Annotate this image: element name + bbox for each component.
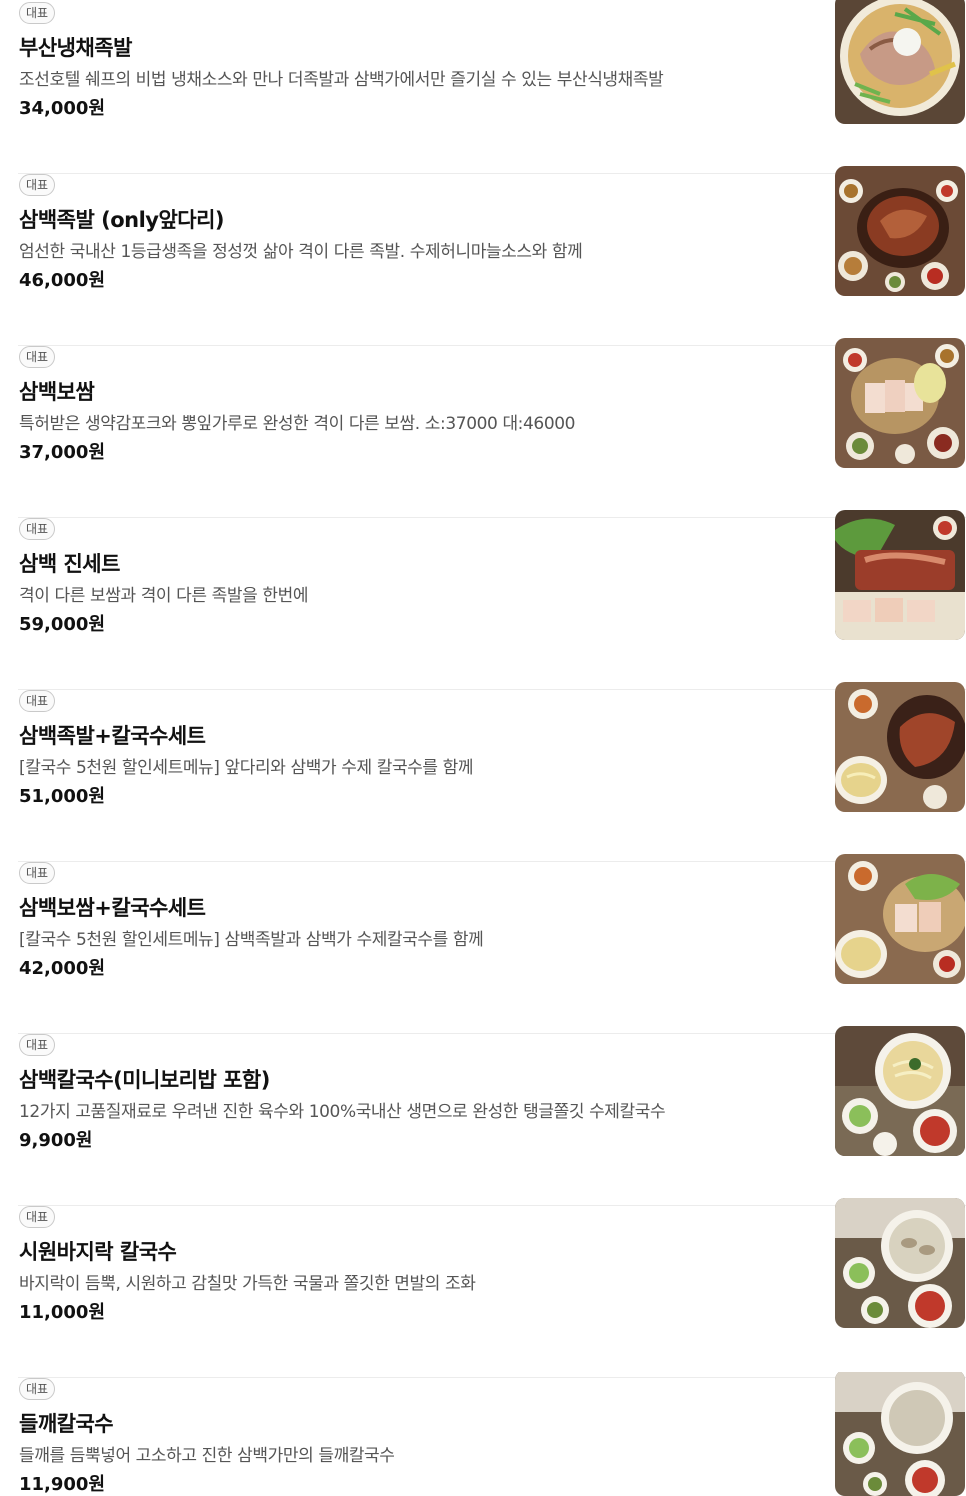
menu-item-name: 부산냉채족발 (19, 36, 132, 60)
menu-item[interactable]: 대표 삼백족발 (only앞다리) 엄선한 국내산 1등급생족을 정성껏 삶아 … (0, 166, 966, 346)
menu-item-price: 9,900원 (19, 1130, 93, 1151)
menu-item-description: [칼국수 5천원 할인세트메뉴] 삼백족발과 삼백가 수제칼국수를 함께 (19, 930, 484, 950)
menu-item-price: 34,000원 (19, 98, 106, 119)
representative-badge: 대표 (19, 174, 56, 196)
menu-item-description: 조선호텔 쉐프의 비법 냉채소스와 만나 더족발과 삼백가에서만 즐기실 수 있… (19, 70, 664, 90)
jin-set-photo[interactable] (835, 510, 965, 640)
menu-item-price: 37,000원 (19, 442, 106, 463)
clam-kalguksu-photo[interactable] (835, 1198, 965, 1328)
menu-item-price: 59,000원 (19, 614, 106, 635)
menu-item-name: 삼백보쌈 (19, 380, 95, 404)
busan-cold-jokbal-photo[interactable] (835, 0, 965, 124)
menu-item-description: [칼국수 5천원 할인세트메뉴] 앞다리와 삼백가 수제 칼국수를 함께 (19, 758, 474, 778)
kalguksu-photo[interactable] (835, 1026, 965, 1156)
representative-badge: 대표 (19, 2, 56, 24)
jokbal-photo[interactable] (835, 166, 965, 296)
menu-item-name: 삼백보쌈+칼국수세트 (19, 896, 206, 920)
menu-item[interactable]: 대표 삼백보쌈 특허받은 생약감포크와 뽕잎가루로 완성한 격이 다른 보쌈. … (0, 338, 966, 518)
jokbal-kalguksu-set-photo[interactable] (835, 682, 965, 812)
menu-item[interactable]: 대표 삼백 진세트 격이 다른 보쌈과 격이 다른 족발을 한번에 59,000… (0, 510, 966, 690)
menu-item[interactable]: 대표 삼백보쌈+칼국수세트 [칼국수 5천원 할인세트메뉴] 삼백족발과 삼백가… (0, 854, 966, 1034)
menu-item[interactable]: 대표 부산냉채족발 조선호텔 쉐프의 비법 냉채소스와 만나 더족발과 삼백가에… (0, 0, 966, 174)
bossam-photo[interactable] (835, 338, 965, 468)
menu-item[interactable]: 대표 들깨칼국수 들깨를 듬뿍넣어 고소하고 진한 삼백가만의 들깨칼국수 11… (0, 1372, 966, 1496)
menu-item-name: 삼백족발 (only앞다리) (19, 208, 225, 232)
menu-item-price: 11,900원 (19, 1474, 106, 1495)
menu-item-description: 12가지 고품질재료로 우려낸 진한 육수와 100%국내산 생면으로 완성한 … (19, 1102, 666, 1122)
representative-badge: 대표 (19, 690, 56, 712)
menu-item-price: 46,000원 (19, 270, 106, 291)
menu-item-name: 들깨칼국수 (19, 1412, 114, 1436)
menu-item-price: 51,000원 (19, 786, 106, 807)
menu-item-description: 격이 다른 보쌈과 격이 다른 족발을 한번에 (19, 586, 309, 606)
representative-badge: 대표 (19, 1034, 56, 1056)
representative-badge: 대표 (19, 1378, 56, 1400)
menu-list: 대표 부산냉채족발 조선호텔 쉐프의 비법 냉채소스와 만나 더족발과 삼백가에… (0, 0, 966, 1496)
menu-item-name: 시원바지락 칼국수 (19, 1240, 177, 1264)
representative-badge: 대표 (19, 346, 56, 368)
menu-item-name: 삼백족발+칼국수세트 (19, 724, 206, 748)
menu-item-description: 엄선한 국내산 1등급생족을 정성껏 삶아 격이 다른 족발. 수제허니마늘소스… (19, 242, 583, 262)
menu-item-price: 11,000원 (19, 1302, 106, 1323)
menu-item[interactable]: 대표 시원바지락 칼국수 바지락이 듬뿍, 시원하고 감칠맛 가득한 국물과 쫄… (0, 1198, 966, 1378)
menu-item-description: 바지락이 듬뿍, 시원하고 감칠맛 가득한 국물과 쫄깃한 면발의 조화 (19, 1274, 476, 1294)
menu-item[interactable]: 대표 삼백족발+칼국수세트 [칼국수 5천원 할인세트메뉴] 앞다리와 삼백가 … (0, 682, 966, 862)
menu-item-name: 삼백칼국수(미니보리밥 포함) (19, 1068, 270, 1092)
representative-badge: 대표 (19, 518, 56, 540)
menu-item-description: 특허받은 생약감포크와 뽕잎가루로 완성한 격이 다른 보쌈. 소:37000 … (19, 414, 576, 434)
bossam-kalguksu-set-photo[interactable] (835, 854, 965, 984)
menu-item-description: 들깨를 듬뿍넣어 고소하고 진한 삼백가만의 들깨칼국수 (19, 1446, 395, 1466)
representative-badge: 대표 (19, 862, 56, 884)
menu-item[interactable]: 대표 삼백칼국수(미니보리밥 포함) 12가지 고품질재료로 우려낸 진한 육수… (0, 1026, 966, 1206)
menu-item-price: 42,000원 (19, 958, 106, 979)
menu-item-name: 삼백 진세트 (19, 552, 120, 576)
representative-badge: 대표 (19, 1206, 56, 1228)
perilla-kalguksu-photo[interactable] (835, 1370, 965, 1496)
